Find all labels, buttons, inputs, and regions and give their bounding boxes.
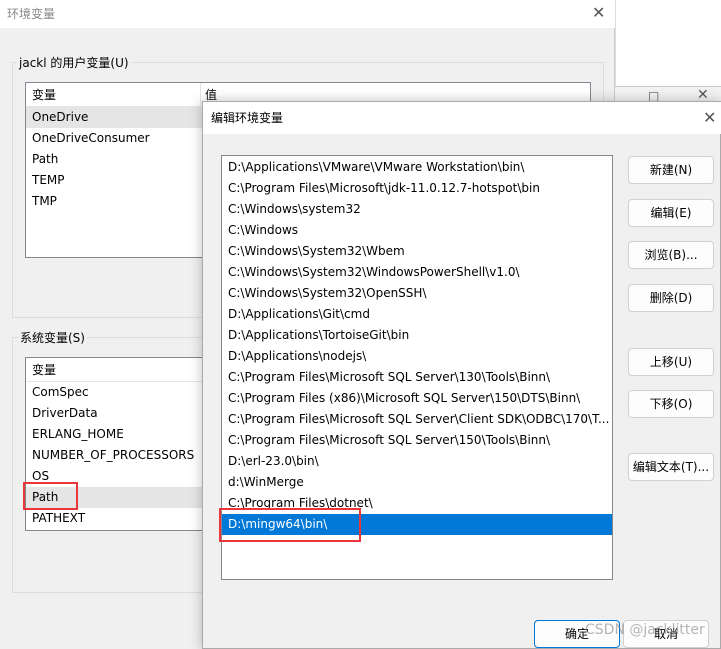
edit-button[interactable]: 编辑(E) [628,199,714,227]
close-icon[interactable]: ✕ [703,102,716,134]
dialog-titlebar: 编辑环境变量 ✕ [203,102,721,134]
path-entry[interactable]: C:\Windows\System32\WindowsPowerShell\v1… [222,262,612,283]
new-button[interactable]: 新建(N) [628,156,714,184]
path-entry[interactable]: C:\Windows\System32\Wbem [222,241,612,262]
user-variables-label: jackl 的用户变量(U) [17,54,131,71]
path-entry[interactable]: D:\Applications\Git\cmd [222,304,612,325]
path-entry[interactable]: C:\Program Files\Microsoft SQL Server\15… [222,430,612,451]
delete-button[interactable]: 删除(D) [628,284,714,312]
move-up-button[interactable]: 上移(U) [628,348,714,376]
path-entry[interactable]: C:\Program Files\Microsoft SQL Server\Cl… [222,409,612,430]
path-entry[interactable]: C:\Program Files (x86)\Microsoft SQL Ser… [222,388,612,409]
path-entry[interactable]: D:\Applications\TortoiseGit\bin [222,325,612,346]
path-entry[interactable]: D:\Applications\VMware\VMware Workstatio… [222,157,612,178]
path-entry[interactable]: D:\Applications\nodejs\ [222,346,612,367]
path-entry[interactable]: C:\Windows\system32 [222,199,612,220]
dialog-title: 编辑环境变量 [211,111,284,125]
close-icon[interactable]: ✕ [592,3,605,22]
edit-text-button[interactable]: 编辑文本(T)... [628,453,714,481]
edit-environment-variable-dialog: 编辑环境变量 ✕ D:\Applications\VMware\VMware W… [202,101,721,649]
path-entry[interactable]: C:\Windows\System32\OpenSSH\ [222,283,612,304]
system-variables-label: 系统变量(S) [18,329,87,346]
path-entry[interactable]: C:\Program Files\Microsoft SQL Server\13… [222,367,612,388]
path-entry[interactable]: D:\erl-23.0\bin\ [222,451,612,472]
column-header-variable[interactable]: 变量 [32,363,56,377]
background-window [615,0,721,100]
path-entry[interactable]: C:\Windows [222,220,612,241]
browse-button[interactable]: 浏览(B)... [628,241,714,269]
window-titlebar: 环境变量 ✕ [0,0,615,28]
path-entry[interactable]: C:\Program Files\Microsoft\jdk-11.0.12.7… [222,178,612,199]
column-header-variable[interactable]: 变量 [32,88,56,102]
window-title: 环境变量 [7,7,56,21]
move-down-button[interactable]: 下移(O) [628,390,714,418]
highlight-box [23,482,78,510]
watermark: CSDN @jacklitter [585,622,705,638]
highlight-box [219,508,361,542]
path-entry[interactable]: d:\WinMerge [222,472,612,493]
